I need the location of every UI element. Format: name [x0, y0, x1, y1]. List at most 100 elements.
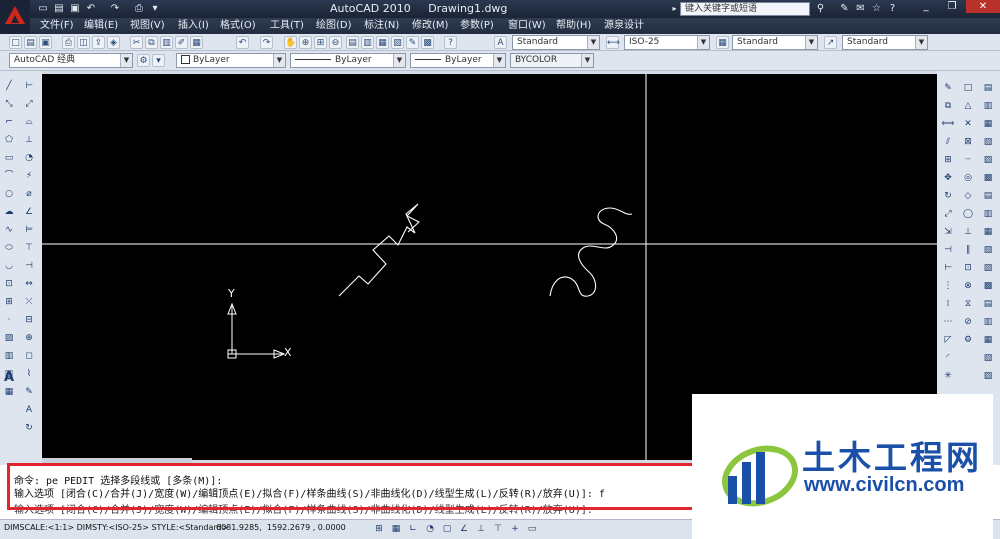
tool-a11-icon[interactable]: ▨: [981, 261, 995, 275]
copy-icon[interactable]: ⧉: [145, 36, 158, 49]
fillet-icon[interactable]: ◜: [941, 351, 955, 365]
text-style-select[interactable]: Standard ▼: [512, 35, 600, 50]
tool-a1-icon[interactable]: ▤: [981, 81, 995, 95]
paste-icon[interactable]: ▥: [160, 36, 173, 49]
snap-insert-icon[interactable]: ⊡: [961, 261, 975, 275]
cut-icon[interactable]: ✂: [130, 36, 143, 49]
menu-window[interactable]: 窗口(W): [508, 18, 546, 34]
tool-a9-icon[interactable]: ▦: [981, 225, 995, 239]
tool-a16-icon[interactable]: ▧: [981, 351, 995, 365]
menu-edit[interactable]: 编辑(E): [84, 18, 118, 34]
spline-icon[interactable]: ∿: [2, 223, 16, 237]
pan-icon[interactable]: ✋: [284, 36, 297, 49]
scale-icon[interactable]: ⤢: [941, 207, 955, 221]
quick-properties-icon[interactable]: ▭: [525, 522, 539, 536]
quickcalc-icon[interactable]: ▩: [421, 36, 434, 49]
make-block-icon[interactable]: ⊞: [2, 295, 16, 309]
snap-apparent-icon[interactable]: ⊠: [961, 135, 975, 149]
join-icon[interactable]: ⋯: [941, 315, 955, 329]
dim-jogged-icon[interactable]: ⚡: [22, 169, 36, 183]
ortho-mode-icon[interactable]: ∟: [406, 522, 420, 536]
menu-file[interactable]: 文件(F): [40, 18, 74, 34]
zoom-realtime-icon[interactable]: ⊕: [299, 36, 312, 49]
polyline-fitted-curve[interactable]: [549, 207, 633, 297]
new-icon[interactable]: ▭: [36, 2, 50, 15]
zoom-previous-icon[interactable]: ⊖: [329, 36, 342, 49]
tool-a14-icon[interactable]: ▥: [981, 315, 995, 329]
block-editor-icon[interactable]: ▦: [190, 36, 203, 49]
dim-baseline-icon[interactable]: ⊤: [22, 241, 36, 255]
tool-a5-icon[interactable]: ▨: [981, 153, 995, 167]
comm-center-icon[interactable]: ✉: [854, 2, 867, 15]
multileader-style-icon[interactable]: ↗: [824, 36, 837, 49]
redo-icon[interactable]: ↷: [260, 36, 273, 49]
tool-a6-icon[interactable]: ▩: [981, 171, 995, 185]
plot-icon[interactable]: ⎙: [132, 2, 146, 15]
help-icon[interactable]: ?: [886, 2, 899, 15]
text-style-icon[interactable]: A: [494, 36, 507, 49]
favorites-icon[interactable]: ☆: [870, 2, 883, 15]
snap-node-icon[interactable]: ⊗: [961, 279, 975, 293]
tool-a12-icon[interactable]: ▩: [981, 279, 995, 293]
save-icon[interactable]: ▣: [68, 2, 82, 15]
arc-icon[interactable]: ⌒: [2, 169, 16, 183]
search-input[interactable]: 键入关键字或短语: [680, 2, 810, 16]
dim-text-edit-icon[interactable]: A: [22, 403, 36, 417]
snap-nearest-icon[interactable]: ⧖: [961, 297, 975, 311]
help-icon[interactable]: ?: [444, 36, 457, 49]
tool-a2-icon[interactable]: ▥: [981, 99, 995, 113]
mtext-icon[interactable]: A: [2, 371, 16, 385]
snap-extension-icon[interactable]: ┈: [961, 153, 975, 167]
snap-parallel-icon[interactable]: ∥: [961, 243, 975, 257]
snap-endpoint-icon[interactable]: □: [961, 81, 975, 95]
snap-center-icon[interactable]: ◎: [961, 171, 975, 185]
quick-dim-icon[interactable]: ⊨: [22, 223, 36, 237]
tool-a3-icon[interactable]: ▦: [981, 117, 995, 131]
undo-icon[interactable]: ↶: [236, 36, 249, 49]
menu-help[interactable]: 帮助(H): [556, 18, 591, 34]
design-center-icon[interactable]: ▥: [361, 36, 374, 49]
snap-perpendicular-icon[interactable]: ⊥: [961, 225, 975, 239]
dim-diameter-icon[interactable]: ⌀: [22, 187, 36, 201]
tool-a15-icon[interactable]: ▦: [981, 333, 995, 347]
trim-icon[interactable]: ⊣: [941, 243, 955, 257]
tolerance-icon[interactable]: ⊟: [22, 313, 36, 327]
workspace-settings-icon[interactable]: ⚙: [137, 54, 150, 67]
undo-icon[interactable]: ↶: [84, 2, 98, 15]
open-icon[interactable]: ▤: [52, 2, 66, 15]
circle-icon[interactable]: ○: [2, 187, 16, 201]
copy-object-icon[interactable]: ⧉: [941, 99, 955, 113]
snap-mode-icon[interactable]: ⊞: [372, 522, 386, 536]
polar-tracking-icon[interactable]: ◔: [423, 522, 437, 536]
dim-angular-icon[interactable]: ∠: [22, 205, 36, 219]
zoom-window-icon[interactable]: ⊞: [314, 36, 327, 49]
dim-style-icon[interactable]: ⟷: [606, 36, 620, 49]
dim-aligned-icon[interactable]: ⤢: [22, 97, 36, 111]
dim-break-icon[interactable]: ⤫: [22, 295, 36, 309]
rotate-icon[interactable]: ↻: [941, 189, 955, 203]
save-icon[interactable]: ▣: [39, 36, 52, 49]
linetype-select[interactable]: ByLayer ▼: [290, 53, 406, 68]
dim-linear-icon[interactable]: ⊢: [22, 79, 36, 93]
polyline-zigzag[interactable]: [338, 203, 420, 297]
properties-icon[interactable]: ▤: [346, 36, 359, 49]
jogged-linear-icon[interactable]: ⌇: [22, 367, 36, 381]
open-icon[interactable]: ▤: [24, 36, 37, 49]
snap-midpoint-icon[interactable]: △: [961, 99, 975, 113]
stretch-icon[interactable]: ⇲: [941, 225, 955, 239]
inspection-icon[interactable]: ◻: [22, 349, 36, 363]
coordinate-readout[interactable]: 6081.9285, 1592.2679 , 0.0000: [216, 522, 346, 534]
hatch-icon[interactable]: ▨: [2, 331, 16, 345]
table-icon[interactable]: ▦: [2, 385, 16, 399]
gradient-icon[interactable]: ▥: [2, 349, 16, 363]
lineweight-select[interactable]: ByLayer ▼: [410, 53, 506, 68]
maximize-button[interactable]: ❐: [940, 0, 964, 13]
application-menu-button[interactable]: [0, 0, 30, 34]
redo-icon[interactable]: ↷: [108, 2, 122, 15]
workspace-switch-icon[interactable]: ▾: [152, 54, 165, 67]
ellipse-arc-icon[interactable]: ◡: [2, 259, 16, 273]
menu-yuanquan[interactable]: 源泉设计: [604, 18, 644, 34]
menu-format[interactable]: 格式(O): [220, 18, 256, 34]
polyline-icon[interactable]: ⌐: [2, 115, 16, 129]
rectangle-icon[interactable]: ▭: [2, 151, 16, 165]
